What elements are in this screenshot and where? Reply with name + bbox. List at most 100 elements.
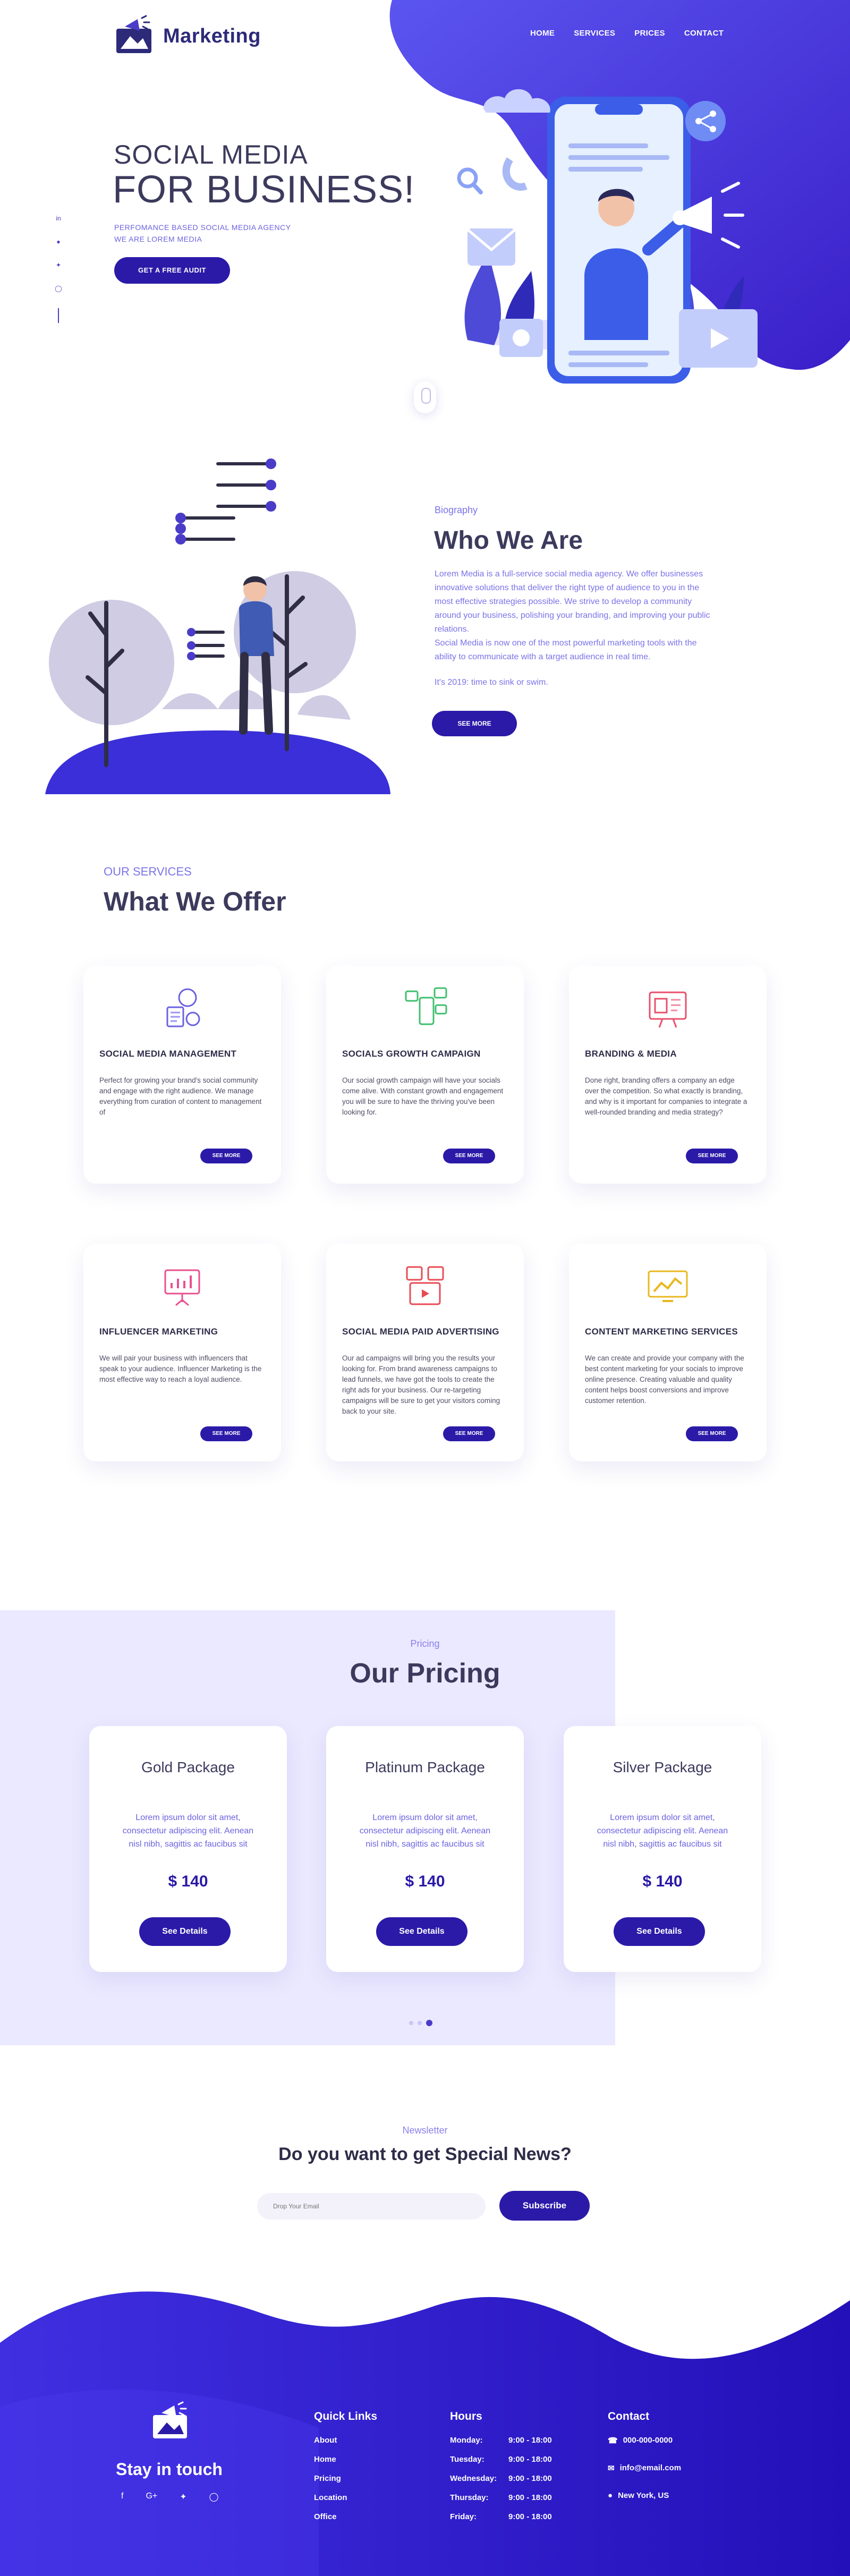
carousel-dot[interactable] — [418, 2021, 422, 2025]
subscribe-button[interactable]: Subscribe — [499, 2191, 590, 2221]
service-description: Done right, branding offers a company an… — [585, 1076, 747, 1116]
plan-price: $ 140 — [642, 1873, 683, 1890]
facebook-icon[interactable]: f — [121, 2492, 123, 2502]
social-management-icon — [166, 988, 200, 1027]
footer-contact: Contact ☎ 000-000-0000 ✉ info@email.com ● N… — [608, 2410, 681, 2519]
linkedin-icon[interactable]: in — [56, 215, 61, 222]
service-see-more-button[interactable]: SEE MORE — [200, 1149, 252, 1163]
contact-phone: ☎ 000-000-0000 — [608, 2436, 681, 2463]
plan-price: $ 140 — [168, 1873, 208, 1890]
contact-email: ✉ info@email.com — [608, 2463, 681, 2491]
service-card-growth-campaign: SOCIALS GROWTH CAMPAIGN Our social growt… — [326, 966, 524, 1184]
content-marketing-icon — [648, 1270, 688, 1302]
plan-name: Gold Package — [141, 1759, 235, 1775]
price-card-silver: Silver Package Lorem ipsum dolor sit ame… — [564, 1726, 761, 1972]
nav-services[interactable]: SERVICES — [574, 29, 615, 38]
paid-ads-icon — [406, 1266, 444, 1305]
footer-quick-links: Quick Links About Home Pricing Location … — [314, 2410, 377, 2531]
footer-link-pricing[interactable]: Pricing — [314, 2474, 377, 2493]
plan-description: Lorem ipsum dolor sit amet, consectetur … — [597, 1813, 728, 1849]
pricing-title: Our Pricing — [350, 1658, 500, 1689]
newsletter-title-bold: Special News? — [445, 2144, 572, 2164]
see-details-button[interactable]: See Details — [376, 1917, 468, 1946]
service-description: Our ad campaigns will bring you the resu… — [342, 1354, 500, 1415]
phone-number[interactable]: 000-000-0000 — [623, 2436, 673, 2445]
email-input[interactable] — [257, 2193, 486, 2220]
quick-links-title: Quick Links — [314, 2410, 378, 2422]
service-see-more-button[interactable]: SEE MORE — [443, 1149, 495, 1163]
hero-subtitle-line2: WE ARE LOREM MEDIA — [114, 235, 202, 243]
mail-icon: ✉ — [608, 2464, 615, 2473]
location-text: New York, US — [618, 2491, 669, 2500]
service-see-more-button[interactable]: SEE MORE — [443, 1426, 495, 1441]
pinterest-icon[interactable]: ● — [56, 238, 60, 245]
hours-title: Hours — [450, 2410, 482, 2422]
footer-link-office[interactable]: Office — [314, 2512, 377, 2531]
service-card-content-marketing: CONTENT MARKETING SERVICES We can create… — [569, 1244, 767, 1461]
about-label: Biography — [435, 505, 478, 515]
nav-contact[interactable]: CONTACT — [684, 29, 724, 38]
instagram-icon[interactable]: ◯ — [55, 285, 62, 292]
newsletter-title: Do you want to get Special News? — [0, 2144, 850, 2165]
hours-day: Wednesday: — [450, 2474, 497, 2483]
about-illustration — [45, 458, 390, 794]
service-name: BRANDING & MEDIA — [585, 1049, 677, 1059]
carousel-dot-active[interactable] — [426, 2020, 432, 2026]
carousel-dot[interactable] — [409, 2021, 413, 2025]
google-icon[interactable]: G+ — [146, 2492, 157, 2502]
service-see-more-button[interactable]: SEE MORE — [686, 1426, 738, 1441]
service-see-more-button[interactable]: SEE MORE — [200, 1426, 252, 1441]
see-details-button[interactable]: See Details — [139, 1917, 231, 1946]
hours-row: Wednesday: 9:00 - 18:00 — [450, 2474, 552, 2493]
hours-row: Thursday: 9:00 - 18:00 — [450, 2493, 552, 2512]
page: Marketing HOME SERVICES PRICES CONTACT S… — [0, 0, 850, 2576]
footer-logo-icon — [153, 2401, 187, 2438]
hours-time: 9:00 - 18:00 — [508, 2512, 552, 2521]
instagram-icon[interactable]: ◯ — [209, 2492, 219, 2502]
service-description: Our social growth campaign will have you… — [342, 1076, 504, 1116]
service-card-paid-ads: SOCIAL MEDIA PAID ADVERTISING Our ad cam… — [326, 1244, 524, 1461]
footer-tagline: Stay in touch — [116, 2460, 223, 2479]
services-title: What We Offer — [104, 887, 286, 916]
hero-subtitle-line1: PERFOMANCE BASED SOCIAL MEDIA AGENCY — [114, 223, 291, 232]
hero-title-line2: FOR BUSINESS! — [113, 168, 415, 211]
service-card-influencer: INFLUENCER MARKETING We will pair your b… — [83, 1244, 281, 1461]
carousel-dots — [409, 2020, 432, 2026]
service-description: We will pair your business with influenc… — [99, 1354, 262, 1383]
footer-hours: Hours Monday: 9:00 - 18:00 Tuesday: 9:00 -… — [450, 2410, 552, 2531]
influencer-icon — [164, 1269, 200, 1306]
twitter-icon[interactable]: ✦ — [56, 261, 61, 269]
service-description: We can create and provide your company w… — [585, 1354, 744, 1405]
plan-description: Lorem ipsum dolor sit amet, consectetur … — [359, 1813, 491, 1849]
about-see-more-button[interactable]: SEE MORE — [432, 711, 517, 736]
about-paragraph-2: Social Media is now one of the most powe… — [435, 639, 697, 661]
brand-logo[interactable]: Marketing — [114, 15, 261, 57]
hours-day: Friday: — [450, 2512, 477, 2521]
nav-prices[interactable]: PRICES — [634, 29, 665, 38]
contact-title: Contact — [608, 2410, 650, 2422]
footer-social-links: f G+ ✦ ◯ — [121, 2492, 219, 2502]
service-name: SOCIALS GROWTH CAMPAIGN — [342, 1049, 481, 1059]
location-pin-icon: ● — [608, 2491, 613, 2500]
scroll-down-icon[interactable] — [414, 381, 436, 413]
branding-icon — [649, 991, 687, 1028]
growth-campaign-icon — [405, 987, 447, 1025]
service-name: SOCIAL MEDIA MANAGEMENT — [99, 1049, 237, 1059]
twitter-icon[interactable]: ✦ — [180, 2492, 186, 2502]
rail-divider — [58, 308, 59, 323]
footer-link-home[interactable]: Home — [314, 2455, 377, 2474]
hours-time: 9:00 - 18:00 — [508, 2493, 552, 2502]
service-see-more-button[interactable]: SEE MORE — [686, 1149, 738, 1163]
hours-time: 9:00 - 18:00 — [508, 2436, 552, 2445]
social-rail: in ● ✦ ◯ — [53, 215, 64, 323]
main-nav: HOME SERVICES PRICES CONTACT — [530, 29, 724, 38]
footer-link-location[interactable]: Location — [314, 2493, 377, 2512]
footer-link-about[interactable]: About — [314, 2436, 377, 2455]
about-title: Who We Are — [434, 526, 583, 555]
nav-home[interactable]: HOME — [530, 29, 555, 38]
phone-icon: ☎ — [608, 2436, 618, 2445]
see-details-button[interactable]: See Details — [614, 1917, 705, 1946]
email-address[interactable]: info@email.com — [620, 2463, 681, 2472]
free-audit-button[interactable]: GET A FREE AUDIT — [114, 257, 230, 284]
hours-row: Monday: 9:00 - 18:00 — [450, 2436, 552, 2455]
